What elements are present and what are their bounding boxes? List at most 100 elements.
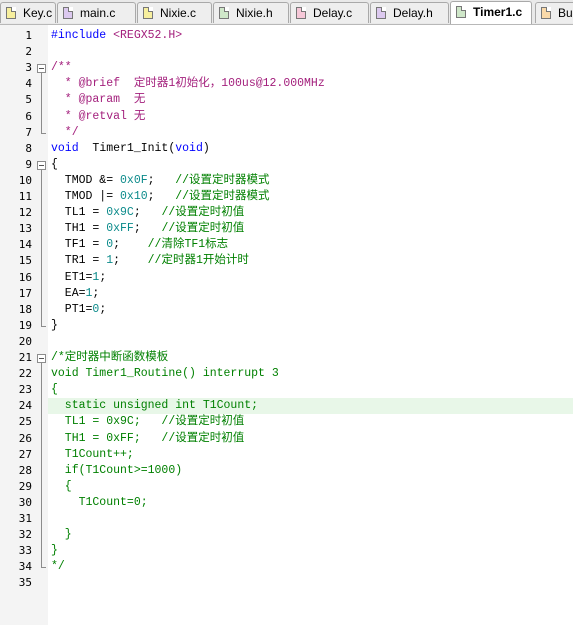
code-line[interactable]: 14 TF1 = 0; //清除TF1标志 xyxy=(0,237,573,253)
code-line[interactable]: 6 * @retval 无 xyxy=(0,109,573,125)
code-token: //清除TF1标志 xyxy=(147,238,229,252)
code-line[interactable]: 1 #include <REGX52.H> xyxy=(0,28,573,44)
code-token: /*定时器中断函数模板 xyxy=(51,351,169,364)
code-line[interactable]: 13 TH1 = 0xFF; //设置定时初值 xyxy=(0,221,573,237)
code-text: void Timer1_Init(void) xyxy=(51,141,210,157)
code-line[interactable]: 34 */ xyxy=(0,559,573,575)
code-text: } xyxy=(51,527,72,543)
code-token: } xyxy=(51,318,58,332)
line-number: 19 xyxy=(18,318,32,332)
code-token: T1Count++; xyxy=(51,447,134,461)
code-line[interactable]: 19} xyxy=(0,318,573,334)
code-line[interactable]: 5 * @param 无 xyxy=(0,92,573,108)
code-line[interactable]: 23 { xyxy=(0,382,573,398)
code-line[interactable]: 21 /*定时器中断函数模板 xyxy=(0,350,573,366)
line-number: 2 xyxy=(25,45,32,59)
code-line[interactable]: 4 * @brief 定时器1初始化，100us@12.000MHz xyxy=(0,76,573,92)
code-line[interactable]: 22 void Timer1_Routine() interrupt 3 xyxy=(0,366,573,382)
code-token: //设置定时器模式 xyxy=(175,173,270,187)
file-icon xyxy=(541,7,551,19)
code-line[interactable]: 17 EA=1; xyxy=(0,286,573,302)
code-line[interactable]: 9{ xyxy=(0,157,573,173)
code-text: } xyxy=(51,318,58,334)
code-line[interactable]: 2 xyxy=(0,44,573,60)
code-text: T1Count=0; xyxy=(51,495,148,511)
code-line[interactable]: 3 /** xyxy=(0,60,573,76)
tab-label: main.c xyxy=(80,6,116,20)
fold-toggle-icon[interactable] xyxy=(37,354,46,363)
code-line[interactable]: 35 xyxy=(0,575,573,591)
code-line[interactable]: 16 ET1=1; xyxy=(0,270,573,286)
tab-delay-c[interactable]: Delay.c xyxy=(290,2,369,23)
tab-nixie-c[interactable]: Nixie.c xyxy=(137,2,212,23)
code-text: TR1 = 1; //定时器1开始计时 xyxy=(51,253,249,269)
code-token: T1Count=0; xyxy=(51,495,148,509)
code-text: } xyxy=(51,543,58,559)
code-line[interactable]: 32 } xyxy=(0,527,573,543)
line-number: 9 xyxy=(25,157,32,171)
code-line[interactable]: 30 T1Count=0; xyxy=(0,495,573,511)
line-number: 13 xyxy=(18,222,32,236)
code-line[interactable]: 18 PT1=0; xyxy=(0,302,573,318)
code-token: //设置定时初值 xyxy=(161,206,245,220)
code-line[interactable]: 15 TR1 = 1; //定时器1开始计时 xyxy=(0,253,573,269)
file-tab-bar: Key.c main.c Nixie.c Nixie.h Delay.c Delay.h T… xyxy=(0,0,573,25)
code-line[interactable]: 28 if(T1Count>=1000) xyxy=(0,463,573,479)
code-line[interactable]: 8 void Timer1_Init(void) xyxy=(0,141,573,157)
code-token: ; xyxy=(92,286,100,300)
code-line[interactable]: 27 T1Count++; xyxy=(0,447,573,463)
fold-guide-line xyxy=(41,363,42,568)
tab-bu[interactable]: Bu xyxy=(535,2,573,23)
code-token: { xyxy=(51,383,58,397)
line-number: 26 xyxy=(18,431,32,445)
code-token: { xyxy=(51,479,72,493)
fold-toggle-icon[interactable] xyxy=(37,64,46,74)
tab-timer1-c[interactable]: Timer1.c xyxy=(450,1,532,24)
code-token: } xyxy=(51,544,58,558)
file-icon xyxy=(296,7,306,19)
line-number: 1 xyxy=(25,29,32,42)
line-number: 23 xyxy=(18,383,32,397)
code-editor[interactable]: 1 #include <REGX52.H> 2 3/** 4 * @brief 定时器1… xyxy=(0,25,573,625)
code-token: { xyxy=(51,157,58,171)
line-number: 3 xyxy=(25,61,32,75)
code-token: if(T1Count>=1000) xyxy=(51,463,183,477)
code-token: ; xyxy=(147,190,176,203)
code-line[interactable]: 7 */ xyxy=(0,125,573,141)
code-text: */ xyxy=(51,125,79,141)
tab-delay-h[interactable]: Delay.h xyxy=(370,2,449,23)
tab-key-c[interactable]: Key.c xyxy=(0,2,56,23)
code-line[interactable]: 20 xyxy=(0,334,573,350)
code-token: EA= xyxy=(51,286,86,300)
file-icon xyxy=(219,7,229,19)
code-line[interactable]: 33} xyxy=(0,543,573,559)
tab-main-c[interactable]: main.c xyxy=(57,2,136,23)
code-token: 0x0F xyxy=(120,173,148,187)
code-line[interactable]: 26 TH1 = 0xFF; //设置定时初值 xyxy=(0,431,573,447)
code-token: * @retval 无 xyxy=(51,109,146,123)
code-text: { xyxy=(51,479,72,495)
code-line[interactable]: 11 TMOD |= 0x10; //设置定时器模式 xyxy=(0,189,573,205)
line-number: 14 xyxy=(18,238,32,252)
code-line[interactable]: 12 TL1 = 0x9C; //设置定时初值 xyxy=(0,205,573,221)
line-number: 17 xyxy=(18,286,32,300)
line-number: 4 xyxy=(25,77,32,91)
file-icon xyxy=(63,7,73,19)
code-token: //设置定时初值 xyxy=(161,222,245,236)
code-line[interactable]: 24 static unsigned int T1Count; xyxy=(19,398,573,415)
tab-nixie-h[interactable]: Nixie.h xyxy=(213,2,289,23)
fold-end-marker xyxy=(41,132,46,134)
fold-toggle-icon[interactable] xyxy=(37,160,46,170)
tab-label: Nixie.h xyxy=(236,6,273,20)
code-line[interactable]: 25 TL1 = 0x9C; //设置定时初值 xyxy=(0,414,573,430)
tab-label: Timer1.c xyxy=(473,5,523,19)
line-number: 20 xyxy=(18,334,32,348)
line-number: 22 xyxy=(18,367,32,381)
code-line[interactable]: 29 { xyxy=(0,479,573,495)
code-line[interactable]: 31 xyxy=(0,511,573,527)
line-number: 15 xyxy=(18,254,32,268)
code-text: { xyxy=(51,382,58,398)
code-line[interactable]: 10 TMOD &= 0x0F; //设置定时器模式 xyxy=(0,173,573,189)
line-number: 10 xyxy=(18,173,32,187)
code-token: PT1= xyxy=(51,302,93,316)
